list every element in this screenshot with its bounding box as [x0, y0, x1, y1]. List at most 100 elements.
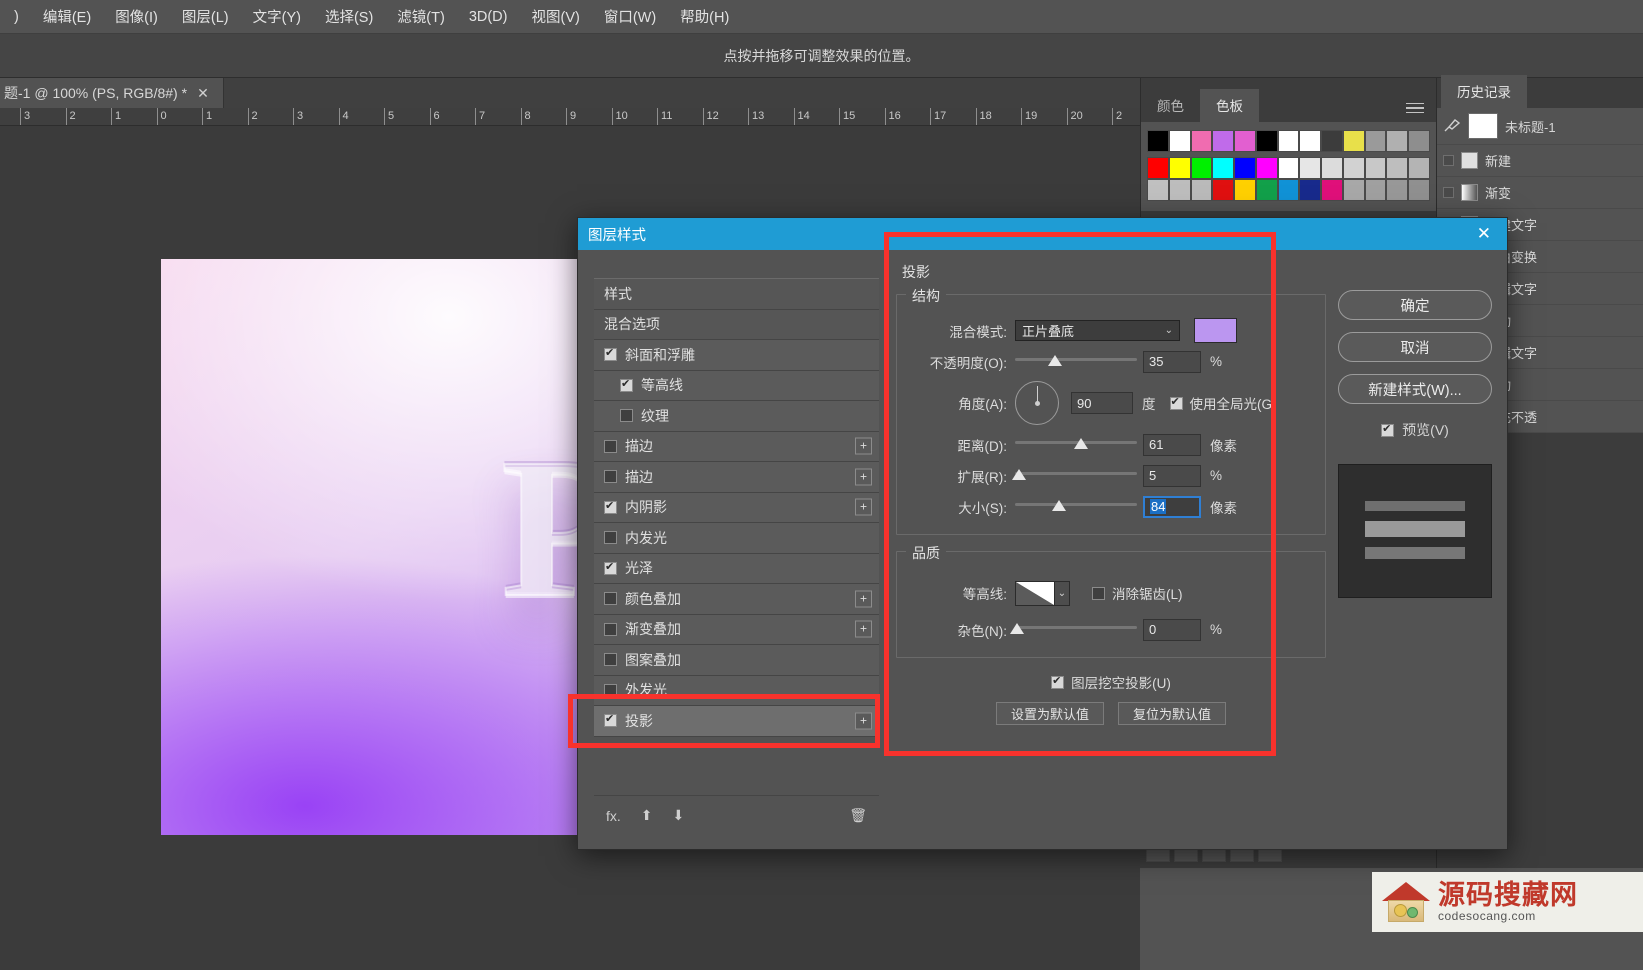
style-row-外发光[interactable]: 外发光 [594, 675, 879, 706]
blend-mode-select[interactable]: 正片叠底 ⌄ [1015, 320, 1180, 341]
swatch[interactable] [1408, 157, 1430, 179]
menu-item-type[interactable]: 文字(Y) [241, 2, 313, 31]
style-enable-checkbox[interactable] [604, 560, 617, 575]
size-slider[interactable] [1015, 498, 1137, 516]
add-effect-icon[interactable]: + [855, 468, 872, 486]
chevron-down-icon[interactable]: ⌄ [1165, 325, 1173, 336]
history-snapshot-toggle[interactable] [1443, 187, 1454, 198]
add-effect-icon[interactable]: + [855, 437, 872, 455]
new-style-button[interactable]: 新建样式(W)... [1338, 374, 1492, 404]
style-enable-checkbox[interactable] [604, 622, 617, 636]
swatch[interactable] [1168, 130, 1191, 152]
style-enable-checkbox[interactable] [620, 409, 633, 423]
menu-item-edit[interactable]: 编辑(E) [31, 2, 103, 31]
noise-slider[interactable] [1010, 621, 1137, 639]
preview-checkbox[interactable] [1381, 422, 1395, 437]
style-row-光泽[interactable]: 光泽 [594, 553, 879, 584]
angle-input[interactable]: 90 [1071, 392, 1133, 414]
size-input[interactable]: 84 [1143, 495, 1201, 518]
swatch[interactable] [1386, 157, 1409, 179]
global-light-checkbox[interactable] [1169, 395, 1183, 410]
preview-checkbox-row[interactable]: 预览(V) [1381, 420, 1449, 440]
tab-history[interactable]: 历史记录 [1441, 75, 1527, 108]
history-item[interactable]: 新建 [1437, 145, 1643, 177]
swatch[interactable] [1168, 179, 1191, 201]
swatch[interactable] [1299, 157, 1322, 179]
swatch[interactable] [1234, 179, 1256, 201]
history-brush-icon[interactable] [1443, 117, 1461, 136]
slider-knob[interactable] [1010, 622, 1024, 634]
menu-item-0[interactable]: ) [2, 5, 31, 29]
opacity-input[interactable]: 35 [1143, 350, 1201, 373]
add-effect-icon[interactable]: + [855, 620, 872, 638]
angle-dial[interactable] [1015, 381, 1059, 425]
swatch[interactable] [1277, 157, 1300, 179]
swatch[interactable] [1190, 179, 1213, 201]
global-light-checkbox-row[interactable]: 使用全局光(G) [1169, 393, 1277, 413]
style-enable-checkbox[interactable] [604, 592, 617, 606]
swatch[interactable] [1255, 157, 1278, 179]
styles-list[interactable]: 样式混合选项斜面和浮雕等高线纹理描边+描边+内阴影+内发光光泽颜色叠加+渐变叠加… [594, 278, 879, 789]
menu-item-image[interactable]: 图像(I) [103, 2, 170, 31]
slider-knob[interactable] [1051, 499, 1066, 511]
slider-knob[interactable] [1012, 468, 1026, 480]
layer-style-dialog[interactable]: 图层样式 ✕ 样式混合选项斜面和浮雕等高线纹理描边 + 描边 + 内阴影 + 内发光光泽颜色… [577, 217, 1508, 850]
swatch[interactable] [1234, 157, 1256, 179]
style-enable-checkbox[interactable] [604, 683, 617, 697]
swatch[interactable] [1408, 130, 1430, 152]
style-row-描边[interactable]: 描边 + [594, 462, 879, 493]
swatch[interactable] [1299, 179, 1322, 201]
opacity-slider[interactable] [1015, 353, 1137, 371]
swatch[interactable] [1364, 130, 1387, 152]
style-row-投影[interactable]: 投影 + [594, 706, 879, 737]
knockout-checkbox[interactable] [1051, 674, 1065, 689]
history-snapshot-row[interactable]: 未标题-1 [1437, 108, 1643, 145]
swatch[interactable] [1299, 130, 1322, 152]
swatch[interactable] [1277, 130, 1300, 152]
style-row-图案叠加[interactable]: 图案叠加 [594, 645, 879, 676]
style-enable-checkbox[interactable] [604, 499, 617, 514]
style-row-内阴影[interactable]: 内阴影 + [594, 492, 879, 523]
reset-default-button[interactable]: 复位为默认值 [1118, 702, 1227, 725]
swatch[interactable] [1364, 179, 1387, 201]
swatch[interactable] [1342, 157, 1365, 179]
ok-button[interactable]: 确定 [1338, 290, 1492, 320]
set-default-button[interactable]: 设置为默认值 [995, 702, 1104, 725]
swatch[interactable] [1190, 157, 1213, 179]
style-enable-checkbox[interactable] [604, 712, 617, 728]
noise-input[interactable]: 0 [1143, 618, 1201, 641]
tab-swatches[interactable]: 色板 [1200, 89, 1259, 122]
style-enable-checkbox[interactable] [604, 439, 617, 453]
history-snapshot-toggle[interactable] [1443, 155, 1454, 166]
swatch[interactable] [1364, 157, 1387, 179]
style-enable-checkbox[interactable] [604, 531, 617, 545]
close-icon[interactable]: ✕ [1471, 224, 1497, 244]
history-item[interactable]: 渐变 [1437, 177, 1643, 209]
spread-slider[interactable] [1012, 467, 1137, 485]
menu-item-help[interactable]: 帮助(H) [668, 2, 741, 31]
style-enable-checkbox[interactable] [604, 653, 617, 667]
menu-item-view[interactable]: 视图(V) [519, 2, 591, 31]
hamburger-icon[interactable] [1406, 100, 1424, 117]
swatch[interactable] [1408, 179, 1430, 201]
style-row-颜色叠加[interactable]: 颜色叠加 + [594, 584, 879, 615]
fx-icon[interactable]: fx. [606, 808, 621, 824]
swatch[interactable] [1212, 179, 1235, 201]
style-enable-checkbox[interactable] [620, 377, 633, 392]
tab-colors[interactable]: 颜色 [1141, 89, 1200, 122]
style-enable-checkbox[interactable] [604, 470, 617, 484]
swatch[interactable] [1321, 179, 1343, 201]
shadow-color-swatch[interactable] [1194, 318, 1237, 343]
add-effect-icon[interactable]: + [855, 498, 872, 516]
contour-preview[interactable] [1015, 580, 1055, 606]
swatch[interactable] [1277, 179, 1300, 201]
style-row-混合选项[interactable]: 混合选项 [594, 309, 879, 340]
menu-item-filter[interactable]: 滤镜(T) [385, 2, 457, 31]
style-row-渐变叠加[interactable]: 渐变叠加 + [594, 614, 879, 645]
style-row-描边[interactable]: 描边 + [594, 431, 879, 462]
swatch[interactable] [1321, 130, 1343, 152]
menu-item-layer[interactable]: 图层(L) [170, 2, 241, 31]
swatch[interactable] [1212, 157, 1235, 179]
contour-picker[interactable]: ⌄ [1015, 580, 1070, 606]
style-enable-checkbox[interactable] [604, 346, 617, 362]
